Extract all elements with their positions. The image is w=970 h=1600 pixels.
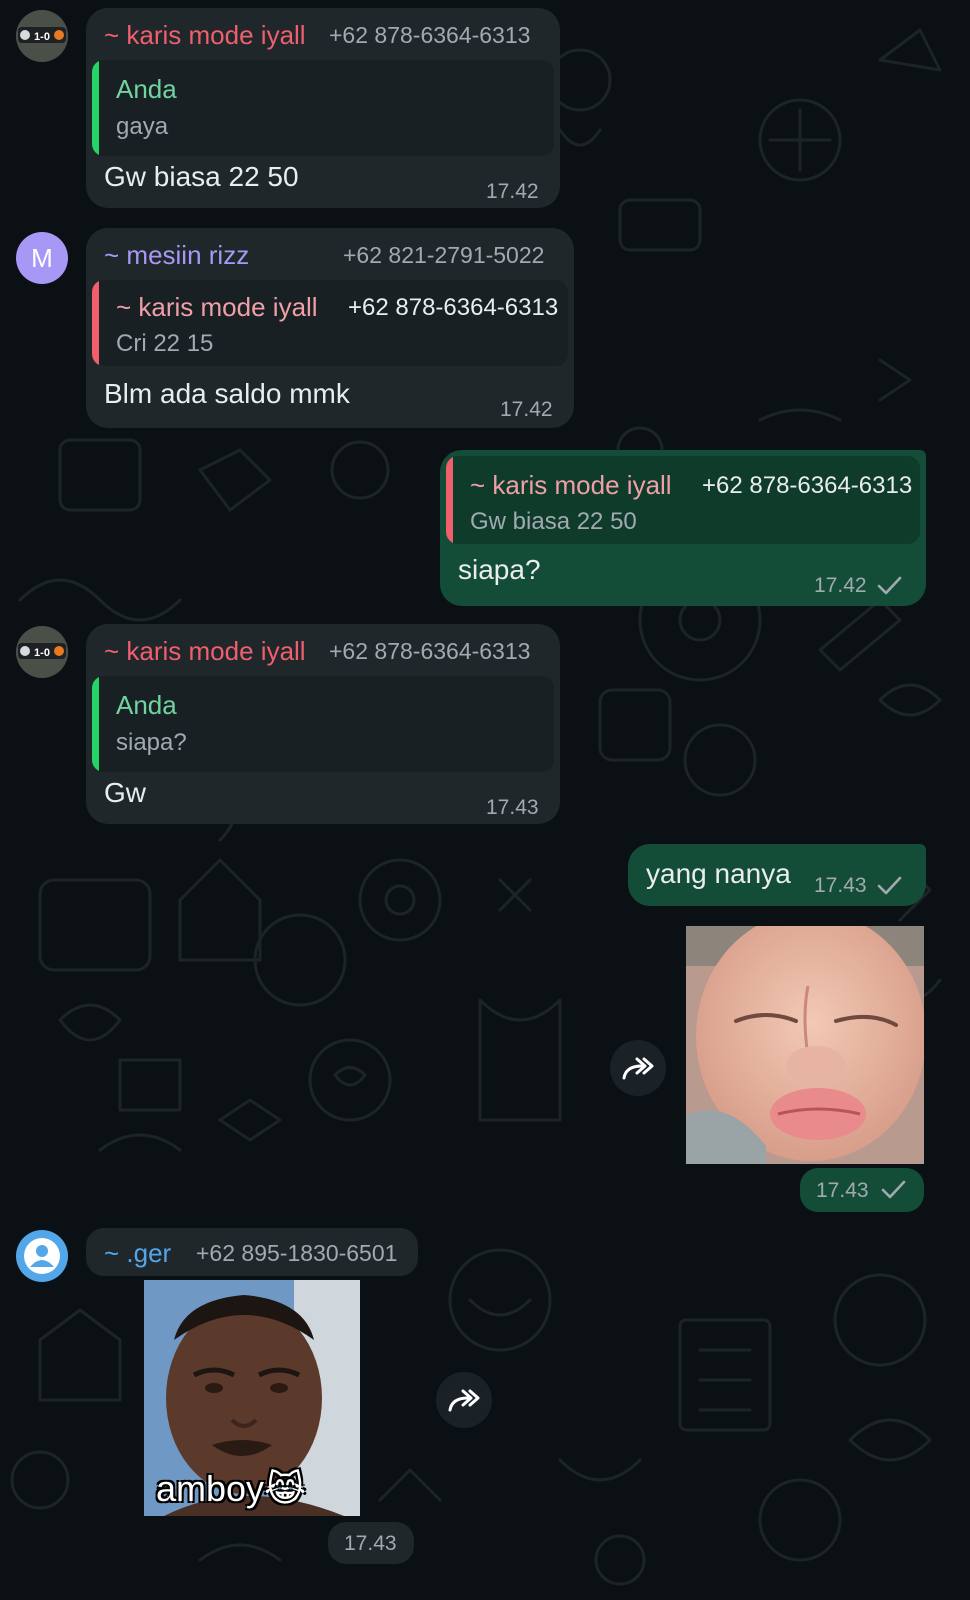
message-time: 17.43 bbox=[816, 1179, 869, 1202]
avatar-mesiin-rizz[interactable]: M bbox=[16, 232, 68, 284]
sticker-caption: amboy😹 bbox=[156, 1468, 307, 1509]
sender-name[interactable]: ~ karis mode iyall bbox=[104, 636, 306, 667]
quote-accent-bar bbox=[92, 60, 99, 156]
sender-phone: +62 878-6364-6313 bbox=[329, 22, 531, 48]
single-check-icon bbox=[877, 576, 902, 595]
message-text: Gw biasa 22 50 bbox=[104, 161, 299, 192]
single-check-icon bbox=[881, 1180, 906, 1199]
quote-author-phone: +62 878-6364-6313 bbox=[348, 294, 559, 321]
sticker-time-pill: 17.43 bbox=[800, 1168, 924, 1212]
sender-name[interactable]: ~ karis mode iyall bbox=[104, 20, 306, 51]
man-meme-sticker[interactable]: amboy😹 bbox=[144, 1280, 360, 1516]
message-text: siapa? bbox=[458, 554, 541, 585]
message-bubble-incoming[interactable]: ~ mesiin rizz +62 821-2791-5022 ~ karis … bbox=[86, 228, 574, 428]
quote-text: gaya bbox=[116, 113, 169, 140]
scoreboard-avatar-icon: 1-0 bbox=[16, 626, 68, 678]
message-text: Gw bbox=[104, 777, 146, 808]
message-text: yang nanya bbox=[646, 858, 791, 889]
quote-accent-bar bbox=[446, 456, 453, 544]
forward-icon bbox=[448, 1389, 480, 1412]
sender-phone: +62 821-2791-5022 bbox=[343, 242, 545, 268]
quote-text: Gw biasa 22 50 bbox=[470, 508, 637, 535]
message-time: 17.42 bbox=[500, 398, 553, 421]
message-time: 17.43 bbox=[486, 796, 539, 819]
quoted-message[interactable]: Anda siapa? bbox=[92, 676, 554, 772]
message-time: 17.42 bbox=[486, 180, 539, 203]
sender-name[interactable]: ~ mesiin rizz bbox=[104, 240, 249, 271]
baby-face-sticker[interactable] bbox=[686, 926, 924, 1164]
quoted-message[interactable]: ~ karis mode iyall +62 878-6364-6313 Gw … bbox=[446, 456, 920, 544]
sender-name[interactable]: ~ .ger bbox=[104, 1238, 171, 1269]
message-bubble-incoming[interactable]: ~ karis mode iyall +62 878-6364-6313 And… bbox=[86, 624, 560, 824]
quote-author: Anda bbox=[116, 74, 177, 104]
message-bubble-outgoing[interactable]: yang nanya 17.43 bbox=[628, 844, 926, 906]
quoted-message[interactable]: ~ karis mode iyall +62 878-6364-6313 Cri… bbox=[92, 280, 568, 366]
quoted-message[interactable]: Anda gaya bbox=[92, 60, 554, 156]
message-time: 17.43 bbox=[814, 874, 867, 897]
quote-author-phone: +62 878-6364-6313 bbox=[702, 472, 913, 499]
sender-header: ~ .ger +62 895-1830-6501 bbox=[86, 1228, 418, 1276]
message-bubble-outgoing[interactable]: ~ karis mode iyall +62 878-6364-6313 Gw … bbox=[440, 450, 926, 606]
quote-accent-bar bbox=[92, 676, 99, 772]
sender-phone: +62 895-1830-6501 bbox=[196, 1240, 398, 1266]
forward-button[interactable] bbox=[436, 1372, 492, 1428]
sticker-time-pill: 17.43 bbox=[328, 1522, 414, 1564]
quote-author: ~ karis mode iyall bbox=[470, 470, 672, 500]
avatar-karis[interactable]: 1-0 bbox=[16, 626, 68, 678]
sender-phone: +62 878-6364-6313 bbox=[329, 638, 531, 664]
quote-author: ~ karis mode iyall bbox=[116, 292, 318, 322]
avatar-letter: M bbox=[31, 242, 53, 273]
message-bubble-incoming[interactable]: ~ karis mode iyall +62 878-6364-6313 And… bbox=[86, 8, 560, 208]
scoreboard-avatar-icon: 1-0 bbox=[16, 10, 68, 62]
forward-icon bbox=[622, 1057, 654, 1080]
quote-text: siapa? bbox=[116, 729, 187, 756]
svg-text:1-0: 1-0 bbox=[34, 647, 50, 659]
message-time: 17.43 bbox=[344, 1532, 397, 1555]
quote-accent-bar bbox=[92, 280, 99, 366]
quote-text: Cri 22 15 bbox=[116, 330, 214, 357]
message-time: 17.42 bbox=[814, 574, 867, 597]
single-check-icon bbox=[877, 876, 902, 895]
default-avatar-icon bbox=[24, 1238, 60, 1274]
forward-button[interactable] bbox=[610, 1040, 666, 1096]
avatar-default[interactable] bbox=[16, 1230, 68, 1282]
quote-author: Anda bbox=[116, 690, 177, 720]
avatar-karis[interactable]: 1-0 bbox=[16, 10, 68, 62]
message-text: Blm ada saldo mmk bbox=[104, 378, 350, 409]
svg-text:1-0: 1-0 bbox=[34, 31, 50, 43]
